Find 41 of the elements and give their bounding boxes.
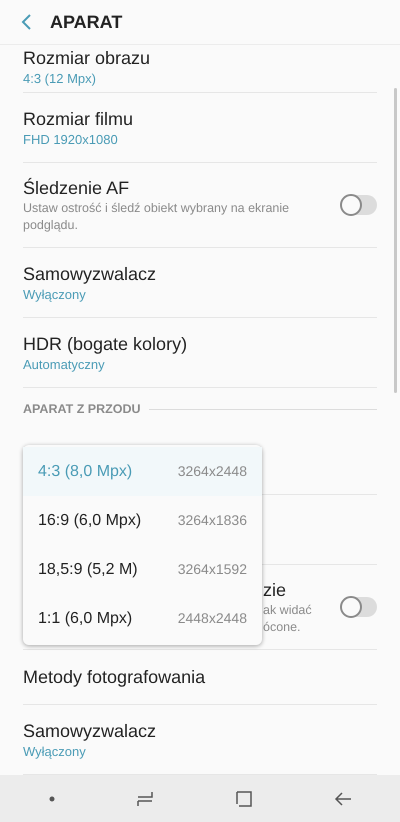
section-header: APARAT Z PRZODU <box>23 400 141 418</box>
setting-title: Rozmiar obrazu <box>23 46 152 70</box>
page-title: APARAT <box>50 10 122 34</box>
toggle-switch[interactable] <box>341 597 377 617</box>
setting-value: Wyłączony <box>23 742 87 760</box>
setting-value: Automatyczny <box>23 356 106 374</box>
back-arrow-icon[interactable] <box>334 790 352 806</box>
toggle-switch[interactable] <box>341 195 377 215</box>
setting-description: Ustaw ostrość i śledź obiekt wybrany na ekranie podglądu. <box>23 200 290 234</box>
dropdown-option[interactable]: 1:1 (6,0 Mpx) 2448x2448 <box>23 594 262 643</box>
option-label: 18,5:9 (5,2 M) <box>38 560 138 580</box>
option-resolution: 3264x1592 <box>178 560 247 579</box>
option-resolution: 3264x1836 <box>178 511 247 530</box>
setting-description: ócone. <box>263 619 302 636</box>
option-label: 1:1 (6,0 Mpx) <box>38 608 132 628</box>
setting-value: Wyłączony <box>23 286 87 304</box>
setting-value: FHD 1920x1080 <box>23 130 119 148</box>
setting-title: zie <box>263 579 288 602</box>
back-icon[interactable] <box>20 13 32 31</box>
dropdown-option[interactable]: 16:9 (6,0 Mpx) 3264x1836 <box>23 496 262 545</box>
setting-title: Samowyzwalacz <box>23 262 158 286</box>
dot-icon[interactable] <box>48 796 54 802</box>
settings-row[interactable]: HDR (bogate kolory) Automatyczny <box>23 318 377 388</box>
setting-title: Rozmiar filmu <box>23 108 134 130</box>
dropdown-option[interactable]: 18,5:9 (5,2 M) 3264x1592 <box>23 545 262 594</box>
option-resolution: 2448x2448 <box>178 609 247 628</box>
home-icon[interactable] <box>234 790 252 808</box>
settings-row[interactable]: Rozmiar filmu FHD 1920x1080 <box>23 93 377 163</box>
option-label: 4:3 (8,0 Mpx) <box>38 462 132 482</box>
recent-apps-icon[interactable] <box>136 790 154 808</box>
settings-row[interactable]: Rozmiar obrazu 4:3 (12 Mpx) <box>23 45 377 93</box>
setting-value: 4:3 (12 Mpx) <box>23 70 97 88</box>
setting-title: Śledzenie AF <box>23 176 130 200</box>
setting-description: ak widać <box>263 602 313 619</box>
setting-title: Samowyzwalacz <box>23 720 158 742</box>
setting-title: Metody fotografowania <box>23 666 206 689</box>
setting-title: HDR (bogate kolory) <box>23 332 188 356</box>
settings-row[interactable]: Samowyzwalacz Wyłączony <box>23 248 377 318</box>
settings-row[interactable]: Metody fotografowania <box>23 650 377 705</box>
option-resolution: 3264x2448 <box>178 462 247 481</box>
option-label: 16:9 (6,0 Mpx) <box>38 510 142 530</box>
